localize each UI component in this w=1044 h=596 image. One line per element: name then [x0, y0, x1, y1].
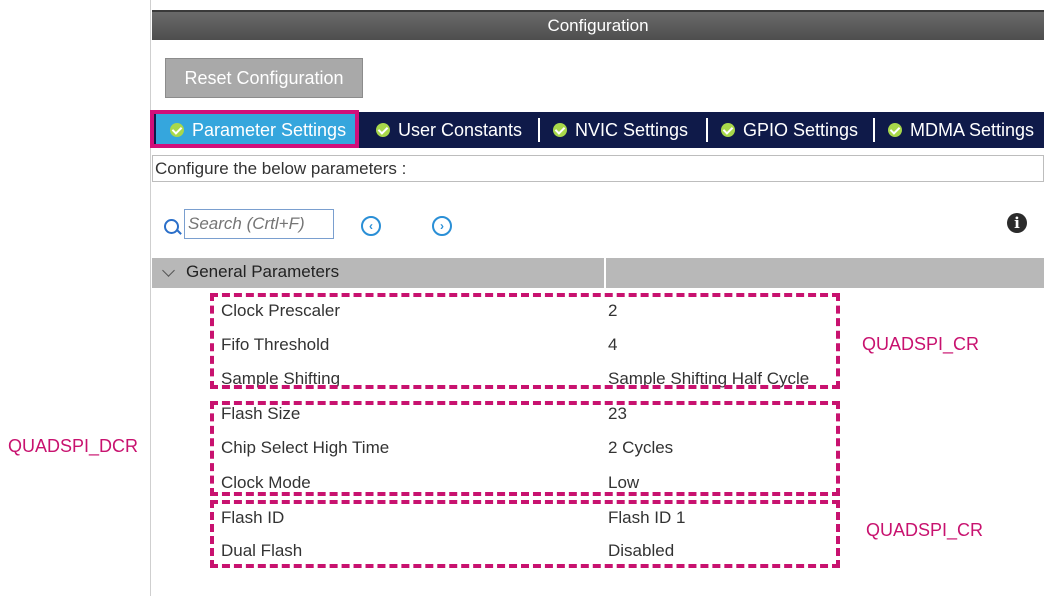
- window-title: Configuration: [152, 10, 1044, 40]
- check-icon: [376, 123, 390, 137]
- info-icon[interactable]: i: [1007, 213, 1027, 233]
- column-divider: [604, 258, 606, 288]
- previous-result-icon[interactable]: ‹: [361, 216, 381, 236]
- dcr-register-group-box: [210, 401, 840, 496]
- cr-register-group-box: [210, 293, 840, 389]
- tab-divider: [873, 118, 875, 142]
- active-tab-highlight: [150, 110, 359, 148]
- check-icon: [553, 123, 567, 137]
- tab-label: User Constants: [398, 119, 523, 140]
- group-title: General Parameters: [186, 262, 340, 281]
- tab-label: GPIO Settings: [743, 119, 859, 140]
- reset-configuration-button[interactable]: Reset Configuration: [165, 58, 363, 98]
- next-result-icon[interactable]: ›: [432, 216, 452, 236]
- search-icon[interactable]: [164, 219, 179, 234]
- annotation-quadspi-cr-top: QUADSPI_CR: [862, 334, 980, 354]
- check-icon: [888, 123, 902, 137]
- annotation-quadspi-dcr: QUADSPI_DCR: [8, 436, 139, 456]
- tab-label: MDMA Settings: [910, 119, 1035, 140]
- tab-divider: [706, 118, 708, 142]
- tab-mdma-settings[interactable]: MDMA Settings: [888, 112, 1034, 148]
- tab-gpio-settings[interactable]: GPIO Settings: [721, 112, 858, 148]
- check-icon: [721, 123, 735, 137]
- annotation-quadspi-cr-bottom: QUADSPI_CR: [866, 520, 984, 540]
- tab-nvic-settings[interactable]: NVIC Settings: [553, 112, 688, 148]
- search-input[interactable]: [184, 209, 334, 239]
- tab-label: NVIC Settings: [575, 119, 689, 140]
- configure-instructions: Configure the below parameters :: [152, 155, 1044, 182]
- tab-user-constants[interactable]: User Constants: [376, 112, 522, 148]
- tab-divider: [538, 118, 540, 142]
- cr-register-group-box-2: [210, 500, 840, 568]
